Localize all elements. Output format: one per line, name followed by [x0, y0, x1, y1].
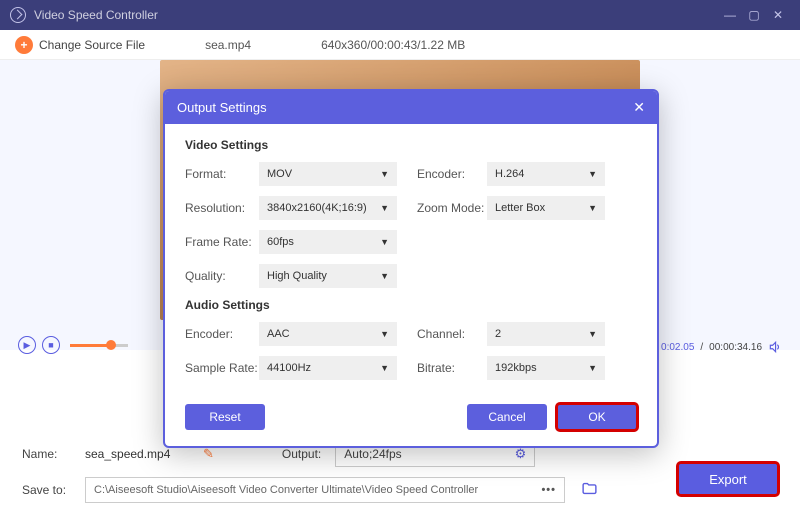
video-encoder-select[interactable]: H.264▼ — [487, 162, 605, 186]
quality-select[interactable]: High Quality▼ — [259, 264, 397, 288]
video-settings-header: Video Settings — [185, 138, 637, 152]
chevron-down-icon: ▼ — [380, 363, 389, 373]
chevron-down-icon: ▼ — [380, 329, 389, 339]
samplerate-label: Sample Rate: — [185, 361, 259, 375]
output-label: Output: — [282, 447, 321, 461]
add-source-icon[interactable]: + — [15, 36, 33, 54]
stop-button[interactable]: ■ — [42, 336, 60, 354]
edit-name-icon[interactable]: ✎ — [203, 446, 214, 462]
bitrate-select[interactable]: 192kbps▼ — [487, 356, 605, 380]
framerate-label: Frame Rate: — [185, 235, 259, 249]
maximize-button[interactable]: ▢ — [742, 8, 766, 22]
playback-controls: ▶ ■ — [18, 336, 128, 354]
resolution-label: Resolution: — [185, 201, 259, 215]
audio-settings-header: Audio Settings — [185, 298, 637, 312]
browse-path-button[interactable]: ••• — [541, 484, 556, 496]
cancel-button[interactable]: Cancel — [467, 404, 547, 430]
ok-button[interactable]: OK — [557, 404, 637, 430]
close-window-button[interactable]: ✕ — [766, 8, 790, 22]
encoder-label: Encoder: — [417, 167, 487, 181]
source-fileinfo: 640x360/00:00:43/1.22 MB — [321, 38, 465, 52]
chevron-down-icon: ▼ — [588, 169, 597, 179]
samplerate-select[interactable]: 44100Hz▼ — [259, 356, 397, 380]
chevron-down-icon: ▼ — [380, 203, 389, 213]
save-path-field[interactable]: C:\Aiseesoft Studio\Aiseesoft Video Conv… — [85, 477, 565, 503]
chevron-down-icon: ▼ — [588, 203, 597, 213]
resolution-select[interactable]: 3840x2160(4K;16:9)▼ — [259, 196, 397, 220]
minimize-button[interactable]: — — [718, 8, 742, 22]
time-total: 00:00:34.16 — [709, 342, 762, 353]
output-format-value: Auto;24fps — [344, 447, 401, 461]
name-label: Name: — [22, 447, 77, 461]
output-settings-dialog: Output Settings ✕ Video Settings Format:… — [163, 89, 659, 448]
output-name-field[interactable] — [85, 447, 195, 462]
channel-select[interactable]: 2▼ — [487, 322, 605, 346]
time-display: 0:02.05 / 00:00:34.16 — [661, 340, 782, 354]
chevron-down-icon: ▼ — [380, 169, 389, 179]
format-label: Format: — [185, 167, 259, 181]
quality-label: Quality: — [185, 269, 259, 283]
dialog-close-icon[interactable]: ✕ — [633, 99, 645, 116]
zoom-mode-select[interactable]: Letter Box▼ — [487, 196, 605, 220]
audio-encoder-select[interactable]: AAC▼ — [259, 322, 397, 346]
titlebar: Video Speed Controller — ▢ ✕ — [0, 0, 800, 30]
saveto-label: Save to: — [22, 483, 77, 497]
chevron-down-icon: ▼ — [588, 363, 597, 373]
app-title: Video Speed Controller — [34, 8, 158, 22]
zoom-label: Zoom Mode: — [417, 201, 487, 215]
chevron-down-icon: ▼ — [588, 329, 597, 339]
export-button[interactable]: Export — [678, 463, 778, 495]
volume-icon[interactable] — [768, 340, 782, 354]
output-settings-icon[interactable]: ⚙ — [515, 446, 527, 462]
reset-button[interactable]: Reset — [185, 404, 265, 430]
chevron-down-icon: ▼ — [380, 237, 389, 247]
open-folder-icon[interactable] — [581, 480, 598, 501]
chevron-down-icon: ▼ — [380, 271, 389, 281]
play-button[interactable]: ▶ — [18, 336, 36, 354]
save-path-value: C:\Aiseesoft Studio\Aiseesoft Video Conv… — [94, 484, 478, 496]
source-toolbar: + Change Source File sea.mp4 640x360/00:… — [0, 30, 800, 60]
format-select[interactable]: MOV▼ — [259, 162, 397, 186]
time-current: 0:02.05 — [661, 342, 694, 353]
framerate-select[interactable]: 60fps▼ — [259, 230, 397, 254]
dialog-title: Output Settings — [177, 100, 267, 115]
dialog-header: Output Settings ✕ — [165, 91, 657, 124]
bitrate-label: Bitrate: — [417, 361, 487, 375]
app-logo-icon — [10, 7, 26, 23]
channel-label: Channel: — [417, 327, 487, 341]
source-filename: sea.mp4 — [205, 38, 251, 52]
seek-slider[interactable] — [70, 344, 128, 347]
audio-encoder-label: Encoder: — [185, 327, 259, 341]
change-source-button[interactable]: Change Source File — [39, 38, 145, 52]
